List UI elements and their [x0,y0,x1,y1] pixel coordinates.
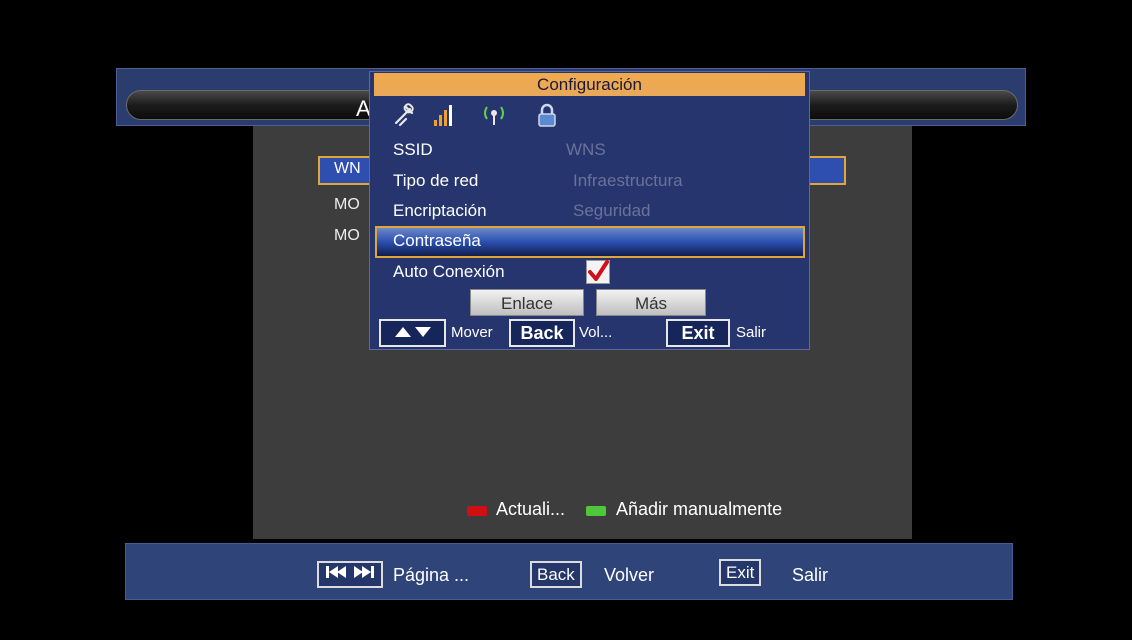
ssid-value: WNS [566,140,606,159]
dialog-exit-key[interactable]: Exit [666,319,730,347]
network-type-label: Tipo de red [393,171,479,190]
password-label: Contraseña [393,231,481,250]
move-key[interactable] [379,319,446,347]
dialog-back-key[interactable]: Back [509,319,575,347]
red-key-icon [467,506,487,516]
auto-connect-label: Auto Conexión [393,262,505,281]
dialog-back-label: Vol... [579,324,613,341]
back-label: Volver [604,565,655,585]
lock-icon [538,103,556,127]
exit-label: Salir [792,565,829,585]
wifi-antenna-icon [484,106,504,125]
encryption-label: Encriptación [393,201,487,220]
list-item[interactable]: MO [334,227,360,245]
dialog-exit-label: Salir [736,324,767,341]
dialog-title: Configuración [374,73,805,96]
page-skip-key[interactable] [317,561,383,588]
signal-bars-icon [434,105,452,126]
link-button[interactable]: Enlace [470,289,584,316]
up-down-arrows-icon [394,327,431,337]
status-icons [392,103,562,129]
move-label: Mover [451,324,493,341]
back-key[interactable]: Back [530,561,582,588]
link-icon [394,103,414,127]
page-label: Página ... [393,565,470,585]
list-item[interactable]: MO [334,196,360,214]
add-manually-legend-label: Añadir manualmente [616,499,783,519]
list-item-selected-label: WN [334,160,361,177]
network-type-value: Infraestructura [573,171,683,190]
checkmark-icon [588,260,609,281]
exit-key[interactable]: Exit [719,559,762,586]
more-button[interactable]: Más [596,289,706,316]
skip-prev-next-icon [326,566,374,578]
encryption-value: Seguridad [573,201,651,220]
ssid-label: SSID [393,140,433,159]
refresh-legend-label: Actuali... [496,499,566,519]
auto-connect-checkbox[interactable] [586,260,610,284]
green-key-icon [586,506,606,516]
